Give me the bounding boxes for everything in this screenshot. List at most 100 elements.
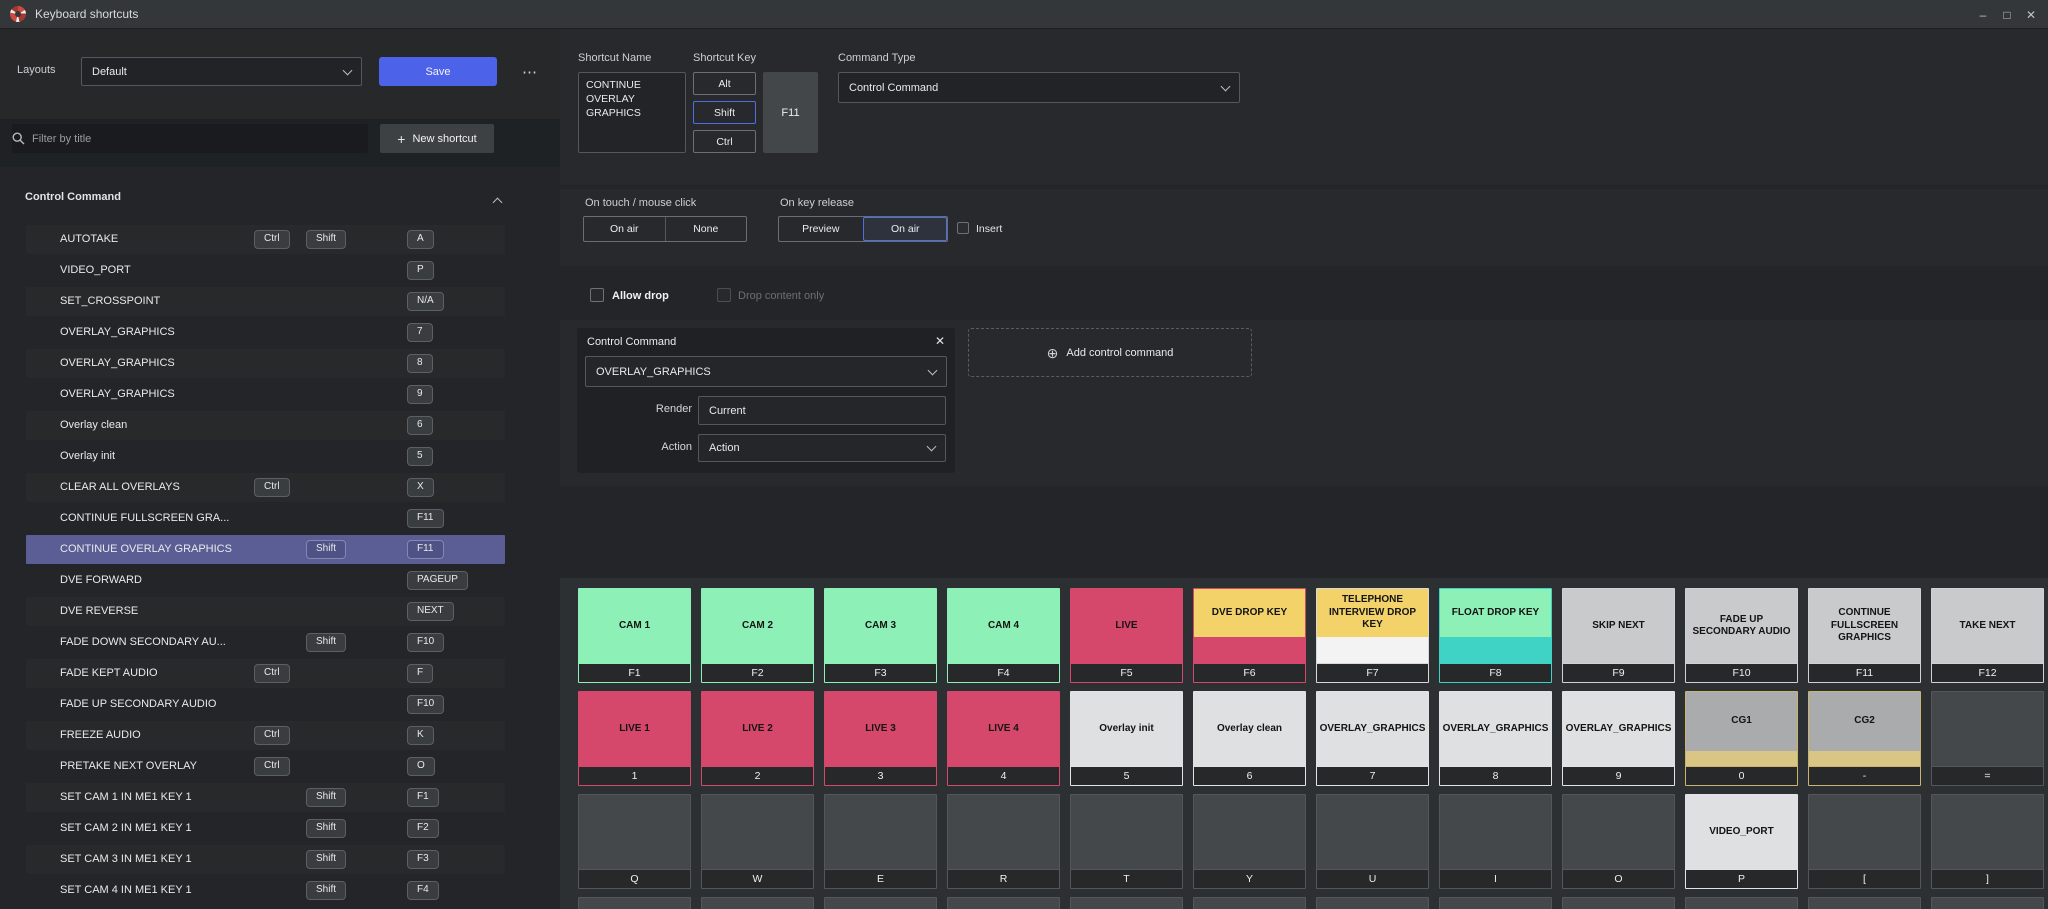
shortcut-row[interactable]: SET CAM 3 IN ME1 KEY 1ShiftF3 <box>26 845 505 874</box>
filter-input[interactable]: Filter by title <box>12 124 368 153</box>
keyboard-key-F7[interactable]: TELEPHONE INTERVIEW DROP KEYF7 <box>1316 588 1429 683</box>
keyboard-key-F12[interactable]: TAKE NEXTF12 <box>1931 588 2044 683</box>
keyboard-key-I[interactable]: I <box>1439 794 1552 889</box>
shortcut-row[interactable]: PRETAKE NEXT OVERLAYCtrlO <box>26 752 505 781</box>
chevron-up-icon[interactable] <box>493 198 503 208</box>
segment-on-air[interactable]: On air <box>584 217 665 241</box>
keyboard-key-F9[interactable]: SKIP NEXTF9 <box>1562 588 1675 683</box>
keyboard-key-0[interactable]: CG10 <box>1685 691 1798 786</box>
segment-on-air[interactable]: On air <box>863 217 948 241</box>
keyboard-key-3[interactable]: LIVE 33 <box>824 691 937 786</box>
keyboard-key-blank[interactable] <box>947 897 1060 909</box>
shortcut-row[interactable]: SET CAM 1 IN ME1 KEY 1ShiftF1 <box>26 783 505 812</box>
modifier-alt-button[interactable]: Alt <box>693 72 756 95</box>
keyboard-key-=[interactable]: = <box>1931 691 2044 786</box>
shortcut-row[interactable]: FREEZE AUDIOCtrlK <box>26 721 505 750</box>
more-options-button[interactable]: ⋯ <box>512 57 548 86</box>
insert-checkbox[interactable] <box>957 222 969 234</box>
keyboard-key-blank[interactable] <box>1439 897 1552 909</box>
modifier-shift-button[interactable]: Shift <box>693 101 756 124</box>
keyboard-key-6[interactable]: Overlay clean6 <box>1193 691 1306 786</box>
keyboard-key-Y[interactable]: Y <box>1193 794 1306 889</box>
layouts-select[interactable]: Default <box>81 57 362 86</box>
keyboard-key-U[interactable]: U <box>1316 794 1429 889</box>
keyboard-key-F10[interactable]: FADE UP SECONDARY AUDIOF10 <box>1685 588 1798 683</box>
shortcut-row[interactable]: CLEAR ALL OVERLAYSCtrlX <box>26 473 505 502</box>
keyboard-key-Q[interactable]: Q <box>578 794 691 889</box>
keyboard-key-4[interactable]: LIVE 44 <box>947 691 1060 786</box>
shortcut-row[interactable]: AUTOTAKECtrlShiftA <box>26 225 505 254</box>
keyboard-key-F2[interactable]: CAM 2F2 <box>701 588 814 683</box>
shortcut-row[interactable]: SET CAM 4 IN ME1 KEY 1ShiftF4 <box>26 876 505 905</box>
close-button[interactable]: ✕ <box>2022 8 2040 22</box>
keyboard-key-blank[interactable] <box>1316 897 1429 909</box>
keyboard-key-R[interactable]: R <box>947 794 1060 889</box>
keyboard-key-F3[interactable]: CAM 3F3 <box>824 588 937 683</box>
shortcut-name-input[interactable]: CONTINUE OVERLAY GRAPHICS <box>578 72 686 153</box>
keyboard-key-8[interactable]: OVERLAY_GRAPHICS8 <box>1439 691 1552 786</box>
shortcut-row[interactable]: SET CAM 2 IN ME1 KEY 1ShiftF2 <box>26 814 505 843</box>
shortcut-row[interactable]: CONTINUE OVERLAY GRAPHICSShiftF11 <box>26 535 505 564</box>
shortcut-row[interactable]: Overlay init5 <box>26 442 505 471</box>
keyboard-key-[[interactable]: [ <box>1808 794 1921 889</box>
shortcut-row[interactable]: OVERLAY_GRAPHICS7 <box>26 318 505 347</box>
keyboard-key-F4[interactable]: CAM 4F4 <box>947 588 1060 683</box>
maximize-button[interactable]: □ <box>1998 8 2016 22</box>
shortcut-row[interactable]: Overlay clean6 <box>26 411 505 440</box>
keyboard-key-O[interactable]: O <box>1562 794 1675 889</box>
segment-none[interactable]: None <box>665 217 747 241</box>
keyboard-key-blank[interactable] <box>1685 897 1798 909</box>
keyboard-key-E[interactable]: E <box>824 794 937 889</box>
keyboard-key-F6[interactable]: DVE DROP KEYF6 <box>1193 588 1306 683</box>
command-select[interactable]: OVERLAY_GRAPHICS <box>585 356 947 387</box>
minimize-button[interactable]: – <box>1974 8 1992 22</box>
keyboard-key-9[interactable]: OVERLAY_GRAPHICS9 <box>1562 691 1675 786</box>
keyboard-key-F5[interactable]: LIVEF5 <box>1070 588 1183 683</box>
keyboard-key-F8[interactable]: FLOAT DROP KEYF8 <box>1439 588 1552 683</box>
keyboard-key-blank[interactable] <box>1562 897 1675 909</box>
allow-drop-checkbox[interactable] <box>590 288 604 302</box>
keyboard-key-5[interactable]: Overlay init5 <box>1070 691 1183 786</box>
shortcut-row[interactable]: CONTINUE FULLSCREEN GRA...F11 <box>26 504 505 533</box>
action-select[interactable]: Action <box>698 434 946 462</box>
shortcut-row[interactable]: FADE UP SECONDARY AUDIOF10 <box>26 690 505 719</box>
shortcut-row[interactable]: OVERLAY_GRAPHICS8 <box>26 349 505 378</box>
keyboard-key-F1[interactable]: CAM 1F1 <box>578 588 691 683</box>
keyboard-key-blank[interactable] <box>1193 897 1306 909</box>
keyboard-key-P[interactable]: VIDEO_PORTP <box>1685 794 1798 889</box>
shortcut-row[interactable]: DVE REVERSENEXT <box>26 597 505 626</box>
new-shortcut-button[interactable]: + New shortcut <box>380 124 494 153</box>
shortcut-row[interactable]: VIDEO_PORTP <box>26 256 505 285</box>
keyboard-key-blank[interactable] <box>824 897 937 909</box>
keyboard-key-blank[interactable] <box>578 897 691 909</box>
save-button[interactable]: Save <box>379 57 497 86</box>
keyboard-key-1[interactable]: LIVE 11 <box>578 691 691 786</box>
shortcut-row[interactable]: OVERLAY_GRAPHICS9 <box>26 380 505 409</box>
drop-content-only-checkbox[interactable] <box>717 288 731 302</box>
chevron-down-icon <box>927 442 937 452</box>
shortcut-row[interactable]: FADE DOWN SECONDARY AU...ShiftF10 <box>26 628 505 657</box>
keyboard-key--[interactable]: CG2- <box>1808 691 1921 786</box>
section-header[interactable]: Control Command <box>25 191 121 203</box>
keyboard-key-][interactable]: ] <box>1931 794 2044 889</box>
close-icon[interactable]: ✕ <box>935 334 945 348</box>
keyboard-key-blank[interactable] <box>1931 897 2044 909</box>
keyboard-key-7[interactable]: OVERLAY_GRAPHICS7 <box>1316 691 1429 786</box>
keyboard-key-2[interactable]: LIVE 22 <box>701 691 814 786</box>
keyboard-key-W[interactable]: W <box>701 794 814 889</box>
keyboard-key-T[interactable]: T <box>1070 794 1183 889</box>
key-name-label: 6 <box>1194 766 1305 785</box>
shortcut-row[interactable]: DVE FORWARDPAGEUP <box>26 566 505 595</box>
keyboard-key-F11[interactable]: CONTINUE FULLSCREEN GRAPHICSF11 <box>1808 588 1921 683</box>
keyboard-key-blank[interactable] <box>1808 897 1921 909</box>
keyboard-key-blank[interactable] <box>701 897 814 909</box>
shortcut-row[interactable]: SET_CROSSPOINTN/A <box>26 287 505 316</box>
keyboard-key-blank[interactable] <box>1070 897 1183 909</box>
segment-preview[interactable]: Preview <box>779 217 863 241</box>
add-control-command-button[interactable]: ⊕ Add control command <box>968 328 1252 377</box>
shortcut-row[interactable]: FADE KEPT AUDIOCtrlF <box>26 659 505 688</box>
render-input[interactable]: Current <box>698 396 946 425</box>
command-type-select[interactable]: Control Command <box>838 72 1240 103</box>
key-assignment-label: FLOAT DROP KEY <box>1440 589 1551 637</box>
modifier-ctrl-button[interactable]: Ctrl <box>693 130 756 153</box>
